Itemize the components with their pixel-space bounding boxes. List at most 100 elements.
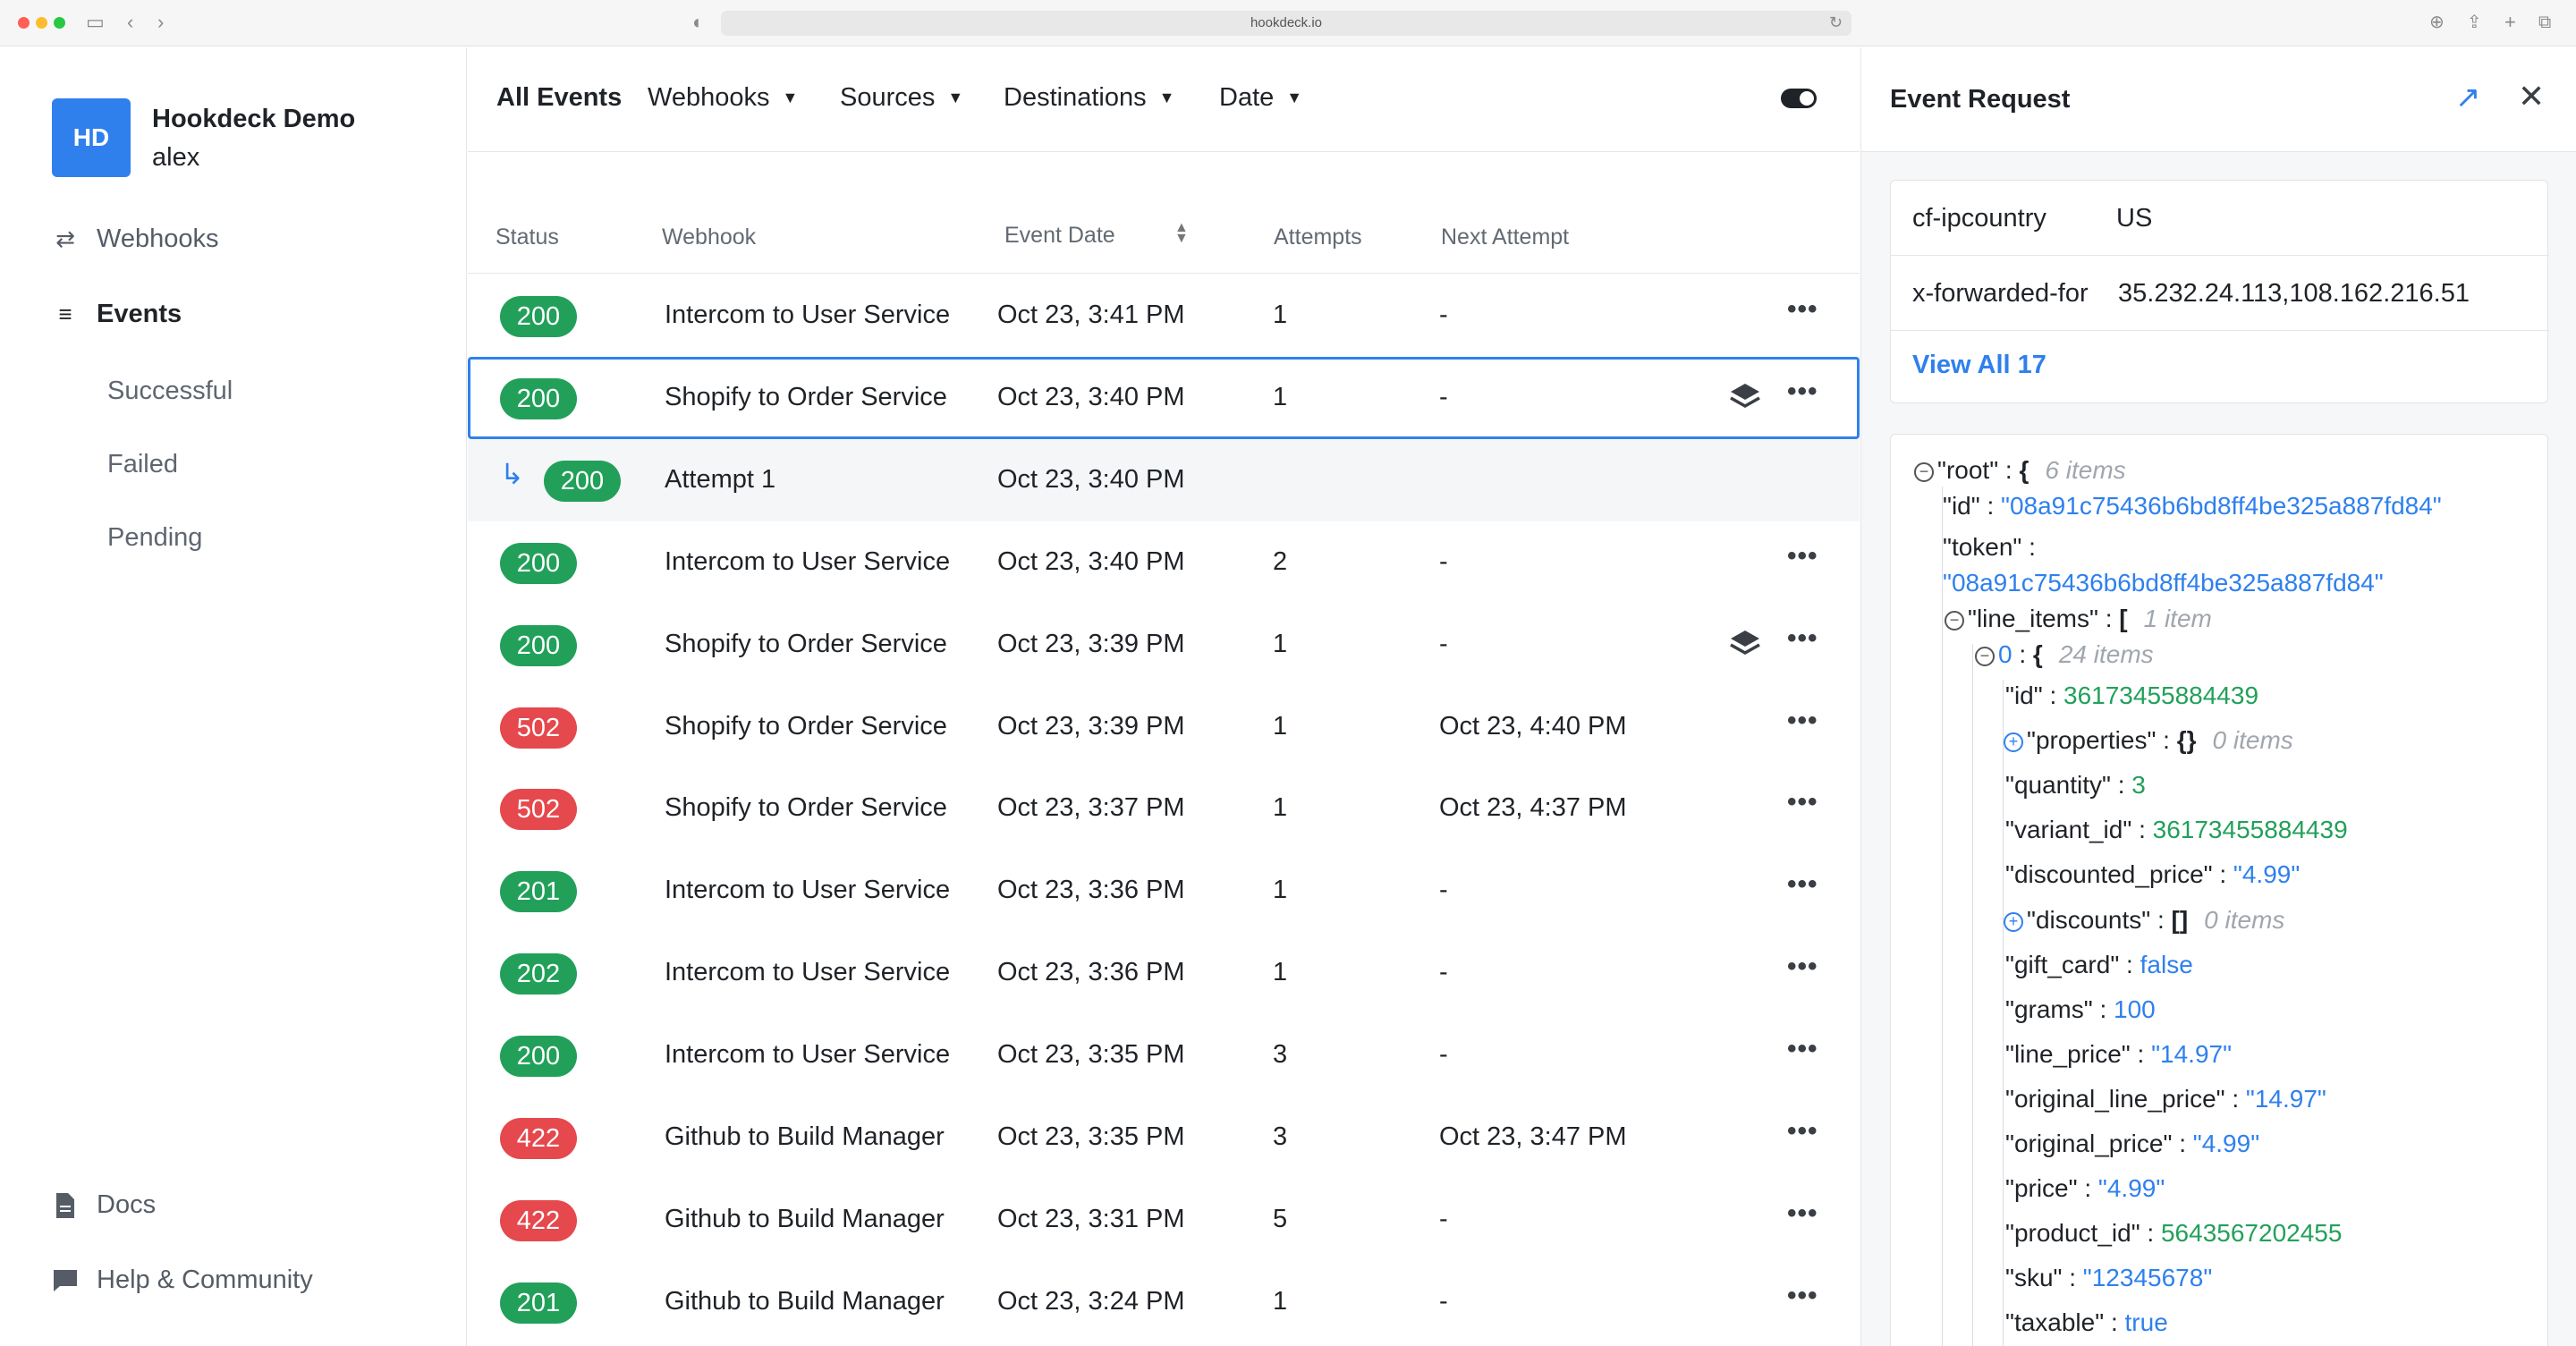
close-icon[interactable]: ✕ (2518, 78, 2545, 115)
json-field-line-items[interactable]: − "line_items" : [1 item (1945, 605, 2212, 633)
more-options-icon[interactable]: ••• (1787, 1116, 1818, 1147)
maximize-window-button[interactable] (54, 17, 65, 29)
json-brace: { (2032, 640, 2043, 668)
table-row[interactable]: 502 Shopify to Order Service Oct 23, 3:39 … (468, 686, 1860, 768)
more-options-icon[interactable]: ••• (1787, 706, 1818, 736)
table-row[interactable]: 200 Intercom to User Service Oct 23, 3:40 … (468, 521, 1860, 604)
new-tab-icon[interactable]: + (2504, 11, 2516, 34)
status-badge: 201 (500, 871, 577, 912)
more-options-icon[interactable]: ••• (1787, 1281, 1818, 1311)
event-date: Oct 23, 3:36 PM (997, 876, 1185, 904)
webhook-name: Shopify to Order Service (665, 793, 947, 822)
json-root-line[interactable]: − "root" : {6 items (1914, 456, 2126, 485)
attempts-count: 5 (1273, 1205, 1288, 1233)
address-bar[interactable]: hookdeck.io ↻ (721, 11, 1852, 36)
expand-icon[interactable]: + (2004, 732, 2023, 752)
collapse-icon[interactable]: − (1945, 611, 1964, 631)
download-icon[interactable]: ⊕ (2429, 11, 2445, 34)
filter-webhooks[interactable]: Webhooks ▼ (648, 83, 798, 113)
table-row[interactable]: 201 Intercom to User Service Oct 23, 3:36 … (468, 850, 1860, 932)
more-options-icon[interactable]: ••• (1787, 952, 1818, 982)
layers-icon[interactable] (1727, 380, 1763, 416)
event-date: Oct 23, 3:39 PM (997, 712, 1185, 741)
filter-destinations[interactable]: Destinations ▼ (1004, 83, 1174, 113)
webhook-name: Github to Build Manager (665, 1122, 945, 1151)
more-options-icon[interactable]: ••• (1787, 1198, 1818, 1229)
org-avatar[interactable]: HD (52, 98, 131, 177)
event-date: Oct 23, 3:39 PM (997, 630, 1185, 658)
table-row[interactable]: 200 Shopify to Order Service Oct 23, 3:40 … (468, 357, 1860, 439)
minimize-window-button[interactable] (36, 17, 47, 29)
sidebar-item-docs[interactable]: Docs (52, 1190, 156, 1220)
status-badge: 422 (500, 1118, 577, 1159)
json-meta: 1 item (2143, 605, 2212, 632)
filter-date[interactable]: Date ▼ (1219, 83, 1302, 113)
table-row[interactable]: 502 Shopify to Order Service Oct 23, 3:37 … (468, 767, 1860, 850)
share-icon[interactable]: ⇪ (2467, 11, 2482, 34)
json-field[interactable]: + "properties" : {} 0 items (2004, 726, 2293, 755)
table-row[interactable]: 422 Github to Build Manager Oct 23, 3:35 P… (468, 1096, 1860, 1179)
more-options-icon[interactable]: ••• (1787, 294, 1818, 325)
live-toggle[interactable] (1781, 89, 1817, 108)
table-row[interactable]: 202 Intercom to User Service Oct 23, 3:36 … (468, 932, 1860, 1014)
status-badge: 200 (500, 296, 577, 337)
filter-all-events[interactable]: All Events (496, 83, 622, 113)
webhook-name: Shopify to Order Service (665, 630, 947, 658)
close-window-button[interactable] (18, 17, 30, 29)
sidebar-item-help[interactable]: Help & Community (52, 1266, 313, 1295)
table-row[interactable]: 201 Github to Build Manager Oct 23, 3:24 P… (468, 1261, 1860, 1343)
sidebar-subitem-failed[interactable]: Failed (107, 450, 178, 479)
events-main: All Events Webhooks ▼ Sources ▼ Destinatio… (468, 47, 1860, 1346)
event-date: Oct 23, 3:35 PM (997, 1122, 1185, 1151)
collapse-icon[interactable]: − (1975, 647, 1995, 666)
table-row[interactable]: 200 Intercom to User Service Oct 23, 3:35 … (468, 1014, 1860, 1096)
tab-overview-icon[interactable]: ⧉ (2538, 11, 2551, 34)
more-options-icon[interactable]: ••• (1787, 1034, 1818, 1064)
view-all-headers-link[interactable]: View All 17 (1912, 351, 2046, 380)
attempt-row[interactable]: ↳ 200 Attempt 1 Oct 23, 3:40 PM (468, 439, 1860, 521)
column-event-date[interactable]: Event Date (1004, 223, 1115, 249)
open-external-icon[interactable]: ↗ (2455, 80, 2481, 115)
table-row[interactable]: 200 Shopify to Order Service Oct 23, 3:39 … (468, 604, 1860, 686)
expand-icon[interactable]: + (2004, 912, 2023, 932)
more-options-icon[interactable]: ••• (1787, 541, 1818, 571)
json-meta: 0 items (2204, 906, 2285, 934)
back-icon[interactable]: ‹ (127, 11, 133, 34)
json-item-0[interactable]: −0 : {24 items (1975, 640, 2154, 669)
sort-icon[interactable]: ▲ ▼ (1174, 221, 1189, 246)
next-attempt: - (1439, 1040, 1448, 1069)
json-field[interactable]: + "discounts" : [] 0 items (2004, 906, 2284, 935)
more-options-icon[interactable]: ••• (1787, 869, 1818, 900)
panel-header: Event Request ↗ ✕ (1861, 47, 2576, 152)
filter-sources[interactable]: Sources ▼ (840, 83, 963, 113)
sidebar-toggle-icon[interactable]: ▭ (86, 11, 105, 34)
json-key: 0 (1998, 640, 2012, 668)
json-field: "sku" : "12345678" (2005, 1264, 2213, 1291)
layers-icon[interactable] (1727, 627, 1763, 663)
more-options-icon[interactable]: ••• (1787, 377, 1818, 407)
table-row[interactable]: 200 Intercom to User Service Oct 23, 3:41 … (468, 275, 1860, 357)
more-options-icon[interactable]: ••• (1787, 787, 1818, 817)
json-meta: 6 items (2045, 456, 2126, 484)
next-attempt: - (1439, 383, 1448, 411)
attempts-count: 3 (1273, 1040, 1288, 1069)
table-row[interactable]: 422 Github to Build Manager Oct 23, 3:31 P… (468, 1179, 1860, 1261)
org-name[interactable]: Hookdeck Demo (152, 105, 355, 134)
event-date: Oct 23, 3:40 PM (997, 383, 1185, 411)
sidebar-subitem-pending[interactable]: Pending (107, 523, 202, 553)
status-badge: 201 (500, 1283, 577, 1324)
webhook-name: Intercom to User Service (665, 958, 951, 986)
sidebar-item-webhooks[interactable]: ⇄ Webhooks (52, 224, 218, 254)
forward-icon[interactable]: › (157, 11, 164, 34)
sidebar-item-events[interactable]: ≡ Events (52, 300, 182, 329)
json-value: {} (2176, 726, 2197, 754)
tree-guide (1942, 487, 1943, 1346)
attempts-count: 3 (1273, 1122, 1288, 1151)
sidebar-subitem-successful[interactable]: Successful (107, 377, 233, 406)
json-field: "variant_id" : 36173455884439 (2005, 816, 2348, 843)
reload-icon[interactable]: ↻ (1829, 13, 1843, 32)
collapse-icon[interactable]: − (1914, 462, 1934, 482)
privacy-shield-icon[interactable]: ◐ (692, 11, 704, 34)
more-options-icon[interactable]: ••• (1787, 623, 1818, 654)
json-field: "taxable" : true (2005, 1308, 2168, 1336)
